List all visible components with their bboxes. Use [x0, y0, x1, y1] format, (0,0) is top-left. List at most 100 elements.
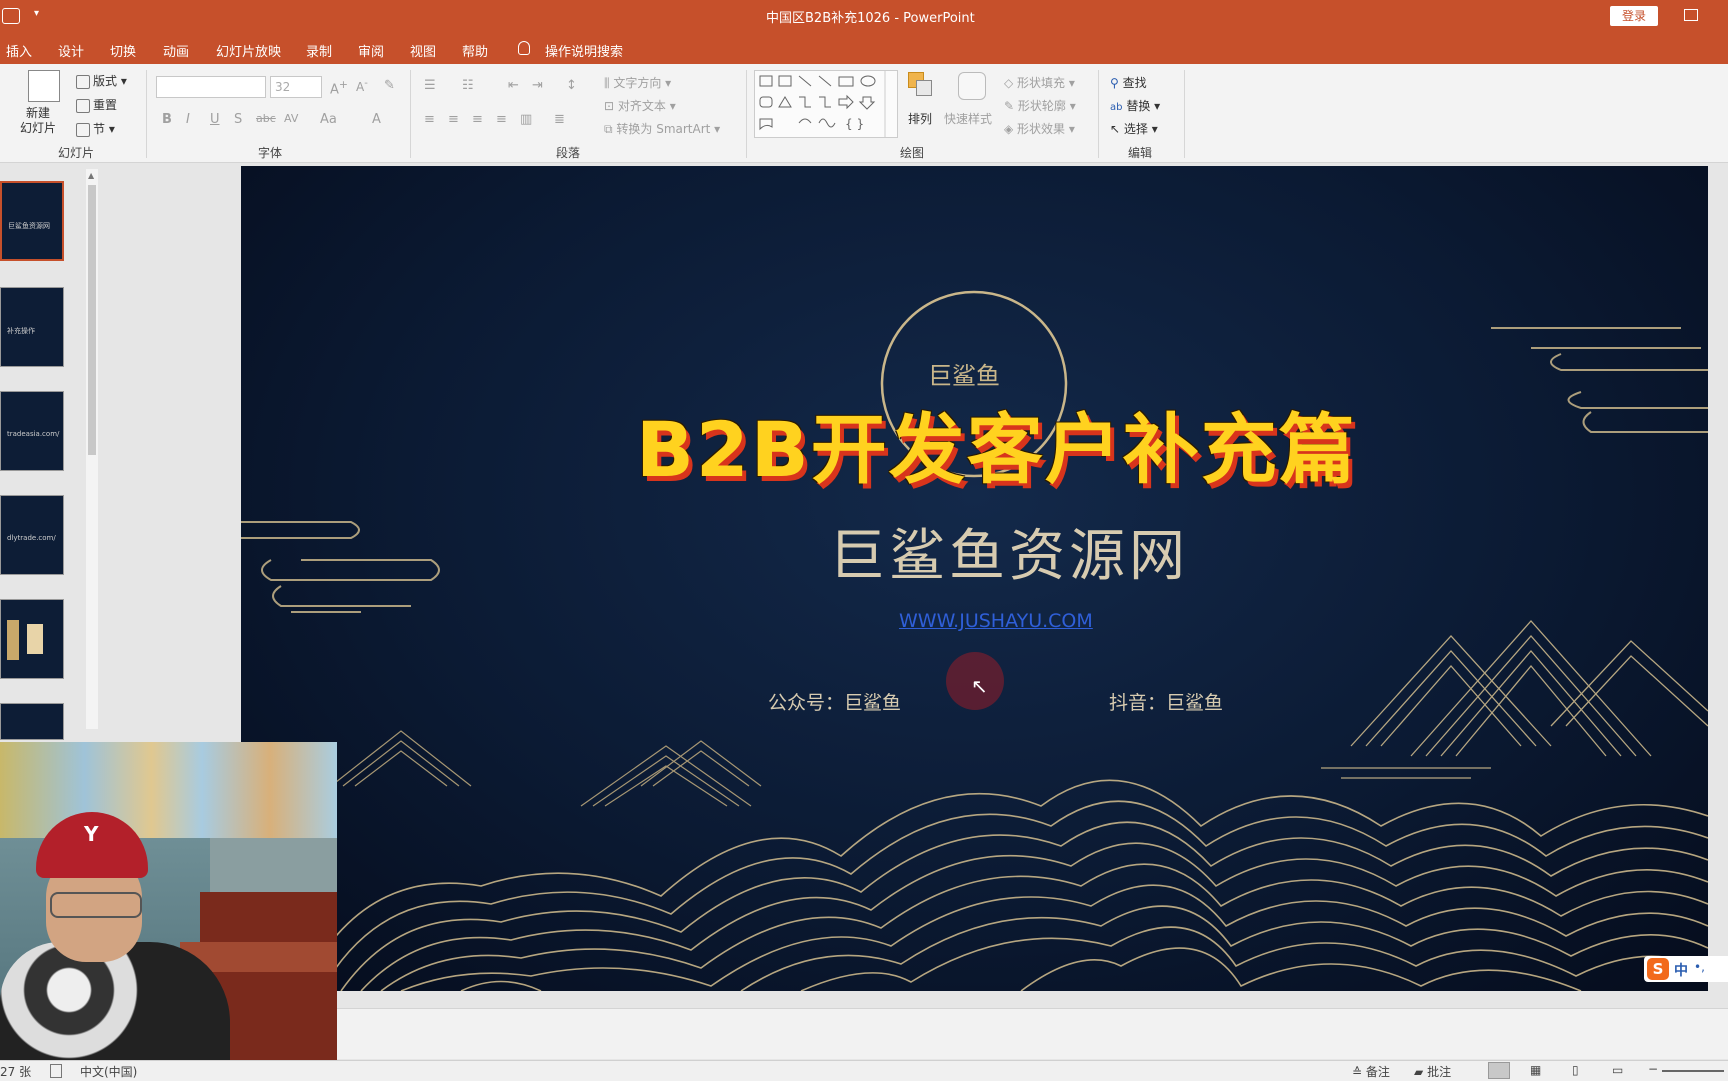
strikethrough-icon[interactable]: abc — [256, 112, 276, 125]
clear-format-icon[interactable]: ✎ — [384, 78, 395, 93]
new-slide-label: 新建 幻灯片 — [20, 106, 57, 135]
tell-me-search[interactable]: 操作说明搜索 — [545, 41, 623, 60]
numbering-icon[interactable]: ☷ — [462, 78, 474, 93]
slide-thumbnail[interactable]: 巨鲨鱼资源网 — [0, 181, 64, 261]
shape-fill-button[interactable]: ◇ 形状填充 ▾ — [1004, 74, 1075, 91]
arrange-label: 排列 — [908, 112, 933, 126]
paragraph-align-icon[interactable]: ≣ — [554, 112, 565, 127]
douyin-text[interactable]: 抖音：巨鲨鱼 — [1109, 688, 1223, 715]
font-color-icon[interactable]: A — [372, 112, 381, 127]
slide-sorter-icon[interactable]: ▦ — [1530, 1063, 1541, 1077]
app-menu-icon[interactable] — [2, 8, 20, 24]
tab-insert[interactable]: 插入 — [6, 41, 32, 60]
scrollbar-thumb[interactable] — [88, 185, 96, 455]
tab-slideshow[interactable]: 幻灯片放映 — [216, 41, 281, 60]
slide-thumbnail[interactable]: tradeasia.com/ — [0, 391, 64, 471]
replace-button[interactable]: ab 替换 ▾ — [1110, 97, 1160, 114]
slide-thumbnail[interactable]: dlytrade.com/ — [0, 495, 64, 575]
slide-thumbnail[interactable] — [0, 599, 64, 679]
slide-canvas[interactable]: 巨鲨鱼 巨鲨鱼资源网 WWW.JUSHAYU.COM 公众号：巨鲨鱼 抖音：巨鲨… — [241, 166, 1708, 991]
align-right-icon[interactable]: ≡ — [472, 112, 483, 127]
reading-view-icon[interactable]: ▯ — [1572, 1063, 1579, 1077]
align-center-icon[interactable]: ≡ — [448, 112, 459, 127]
accessibility-icon[interactable] — [50, 1064, 62, 1078]
align-text-button[interactable]: ⊡ 对齐文本 ▾ — [604, 97, 676, 114]
cloud-swirl-right — [1491, 327, 1708, 433]
tab-design[interactable]: 设计 — [58, 41, 84, 60]
shapes-gallery[interactable]: { } — [754, 70, 898, 138]
ime-indicator[interactable]: S 中 •, — [1644, 956, 1728, 982]
bullets-icon[interactable]: ☰ — [424, 78, 436, 93]
bold-icon[interactable]: B — [162, 112, 172, 127]
login-button[interactable]: 登录 — [1610, 6, 1658, 26]
notes-icon: ≙ — [1352, 1065, 1363, 1079]
site-url-link[interactable]: WWW.JUSHAYU.COM — [899, 610, 1093, 632]
arrange-button[interactable]: 排列 — [904, 70, 938, 138]
lightbulb-icon[interactable] — [518, 41, 530, 55]
text-direction-button[interactable]: ⫼ 文字方向 ▾ — [604, 74, 671, 91]
increase-font-icon[interactable]: A+ — [330, 78, 348, 97]
slideshow-icon[interactable]: ▭ — [1612, 1063, 1623, 1077]
tab-record[interactable]: 录制 — [306, 41, 332, 60]
shadow-text-icon[interactable]: S — [234, 112, 242, 127]
font-name-combo[interactable] — [156, 76, 266, 98]
italic-icon[interactable]: I — [186, 112, 190, 127]
slide-thumbnail[interactable]: 补充操作 — [0, 287, 64, 367]
reset-button[interactable]: 重置 — [76, 96, 117, 113]
find-button[interactable]: ⚲ 查找 — [1110, 74, 1147, 91]
tab-transitions[interactable]: 切换 — [110, 41, 136, 60]
title-bar: ▾ 中国区B2B补充1026 - PowerPoint 登录 — [0, 0, 1728, 32]
convert-smartart-button[interactable]: ⧉ 转换为 SmartArt ▾ — [604, 120, 720, 137]
convert-smartart-label: 转换为 SmartArt — [616, 122, 711, 136]
section-button[interactable]: 节 ▾ — [76, 120, 115, 137]
ribbon-display-icon[interactable] — [1684, 9, 1698, 21]
increase-indent-icon[interactable]: ⇥ — [532, 78, 543, 93]
group-divider — [146, 70, 147, 158]
quick-access-dropdown-icon[interactable]: ▾ — [34, 8, 39, 19]
zoom-out-icon[interactable]: − — [1648, 1062, 1658, 1076]
select-button[interactable]: ↖ 选择 ▾ — [1110, 120, 1158, 137]
quick-styles-button[interactable]: 快速样式 — [944, 70, 1000, 138]
ribbon: 新建 幻灯片 版式 ▾ 重置 节 ▾ 幻灯片 32 A+ A- ✎ B I U … — [0, 64, 1728, 163]
thumbnail-scrollbar[interactable]: ▲ — [86, 169, 98, 729]
shape-outline-button[interactable]: ✎ 形状轮廓 ▾ — [1004, 97, 1076, 114]
tab-animations[interactable]: 动画 — [163, 41, 189, 60]
justify-icon[interactable]: ≡ — [496, 112, 507, 127]
decrease-indent-icon[interactable]: ⇤ — [508, 78, 519, 93]
language-status[interactable]: 中文(中国) — [80, 1063, 137, 1080]
line-spacing-icon[interactable]: ↕ — [566, 78, 577, 93]
find-label: 查找 — [1122, 76, 1147, 90]
tab-view[interactable]: 视图 — [410, 41, 436, 60]
new-slide-icon — [28, 70, 60, 102]
slides-group-label: 幻灯片 — [58, 146, 95, 160]
reset-label: 重置 — [93, 98, 118, 112]
shape-effects-button[interactable]: ◈ 形状效果 ▾ — [1004, 120, 1075, 137]
zoom-slider[interactable] — [1662, 1070, 1724, 1072]
tab-help[interactable]: 帮助 — [462, 41, 488, 60]
slide-thumbnail[interactable] — [0, 703, 64, 740]
layout-button[interactable]: 版式 ▾ — [76, 72, 127, 89]
notes-button[interactable]: ≙ 备注 — [1352, 1063, 1390, 1080]
change-case-icon[interactable]: Aa — [320, 112, 337, 127]
drawing-group-label: 绘图 — [900, 146, 925, 160]
notes-pane[interactable] — [337, 1008, 1728, 1059]
thumb-graphic — [7, 620, 19, 660]
font-group-label: 字体 — [258, 146, 283, 160]
scroll-up-icon[interactable]: ▲ — [88, 171, 94, 180]
comments-button[interactable]: ▰ 批注 — [1414, 1063, 1451, 1080]
normal-view-icon[interactable] — [1488, 1062, 1510, 1079]
ribbon-tabs: 插入 设计 切换 动画 幻灯片放映 录制 审阅 视图 帮助 操作说明搜索 — [0, 32, 1728, 64]
wechat-text[interactable]: 公众号：巨鲨鱼 — [768, 688, 901, 715]
font-size-combo[interactable]: 32 — [270, 76, 322, 98]
site-name[interactable]: 巨鲨鱼资源网 — [829, 511, 1189, 592]
webcam-overlay: Y — [0, 742, 337, 1062]
tab-review[interactable]: 审阅 — [358, 41, 384, 60]
char-spacing-icon[interactable]: AV — [284, 112, 298, 125]
new-slide-button[interactable]: 新建 幻灯片 — [18, 68, 70, 138]
align-left-icon[interactable]: ≡ — [424, 112, 435, 127]
columns-icon[interactable]: ▥ — [520, 112, 532, 127]
cloud-swirl-left — [241, 521, 440, 613]
decrease-font-icon[interactable]: A- — [356, 78, 368, 94]
font-size-value: 32 — [275, 80, 291, 94]
underline-icon[interactable]: U — [210, 112, 220, 127]
